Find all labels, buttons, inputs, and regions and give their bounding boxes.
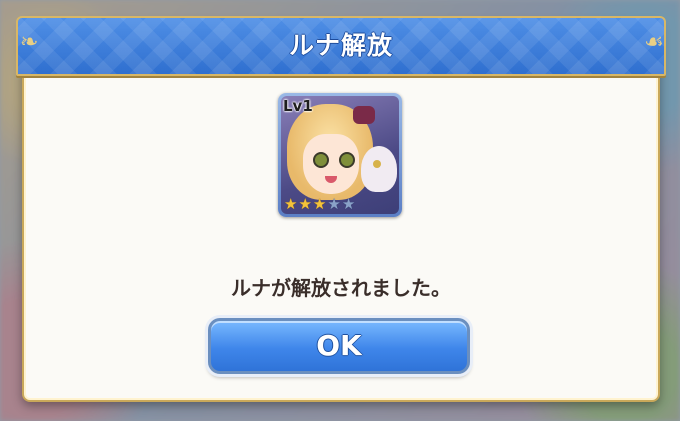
star-empty-icon: ★	[341, 195, 356, 213]
portrait-eye	[313, 152, 329, 168]
portrait-eye	[339, 152, 355, 168]
character-portrait: Lv1 ★ ★ ★ ★ ★	[281, 96, 399, 214]
plush-eye	[373, 160, 381, 168]
star-filled-icon: ★	[312, 195, 327, 213]
plush-toy	[361, 146, 397, 192]
dialog-title: ルナ解放	[288, 31, 393, 60]
star-empty-icon: ★	[327, 195, 341, 213]
star-rating: ★ ★ ★ ★ ★	[284, 196, 355, 212]
character-card: Lv1 ★ ★ ★ ★ ★	[278, 93, 402, 217]
portrait-ribbon	[353, 106, 375, 124]
dialog-header: ❧ ☙ ルナ解放	[16, 16, 666, 76]
level-label: Lv1	[283, 97, 313, 115]
unlock-message: ルナが解放されました。	[231, 276, 451, 300]
star-filled-icon: ★	[284, 195, 298, 213]
star-filled-icon: ★	[298, 195, 312, 213]
unlock-dialog: ❧ ☙ ルナ解放 Lv1 ★ ★ ★ ★ ★ ルナが解放されました。 OK	[16, 16, 666, 402]
ok-button[interactable]: OK	[208, 318, 470, 374]
